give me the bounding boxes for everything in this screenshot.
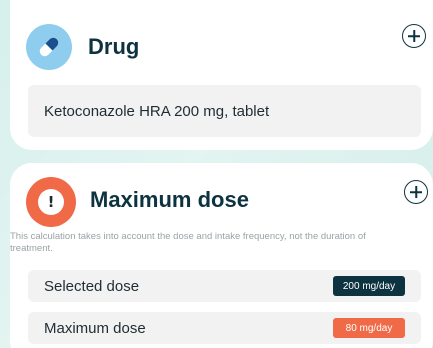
exclamation-icon: ! — [26, 177, 76, 227]
drug-title: Drug — [88, 34, 140, 59]
add-dose-button[interactable] — [404, 180, 428, 204]
drug-card: Drug Ketoconazole HRA 200 mg, tablet — [10, 0, 433, 150]
max-dose-title: Maximum dose — [90, 187, 249, 212]
calculation-note: This calculation takes into account the … — [10, 231, 366, 254]
maximum-dose-label: Maximum dose — [44, 319, 146, 337]
maximum-dose-badge: 80 mg/day — [333, 318, 405, 338]
max-dose-card: ! Maximum dose This calculation takes in… — [10, 163, 433, 348]
maximum-dose-row: Maximum dose 80 mg/day — [28, 312, 421, 344]
exclamation-glyph: ! — [38, 189, 64, 215]
drug-value[interactable]: Ketoconazole HRA 200 mg, tablet — [28, 85, 421, 137]
selected-dose-label: Selected dose — [44, 277, 140, 295]
pill-icon — [26, 24, 72, 70]
add-drug-button[interactable] — [402, 24, 426, 48]
selected-dose-row: Selected dose 200 mg/day — [28, 270, 421, 302]
selected-dose-badge: 200 mg/day — [333, 276, 405, 296]
